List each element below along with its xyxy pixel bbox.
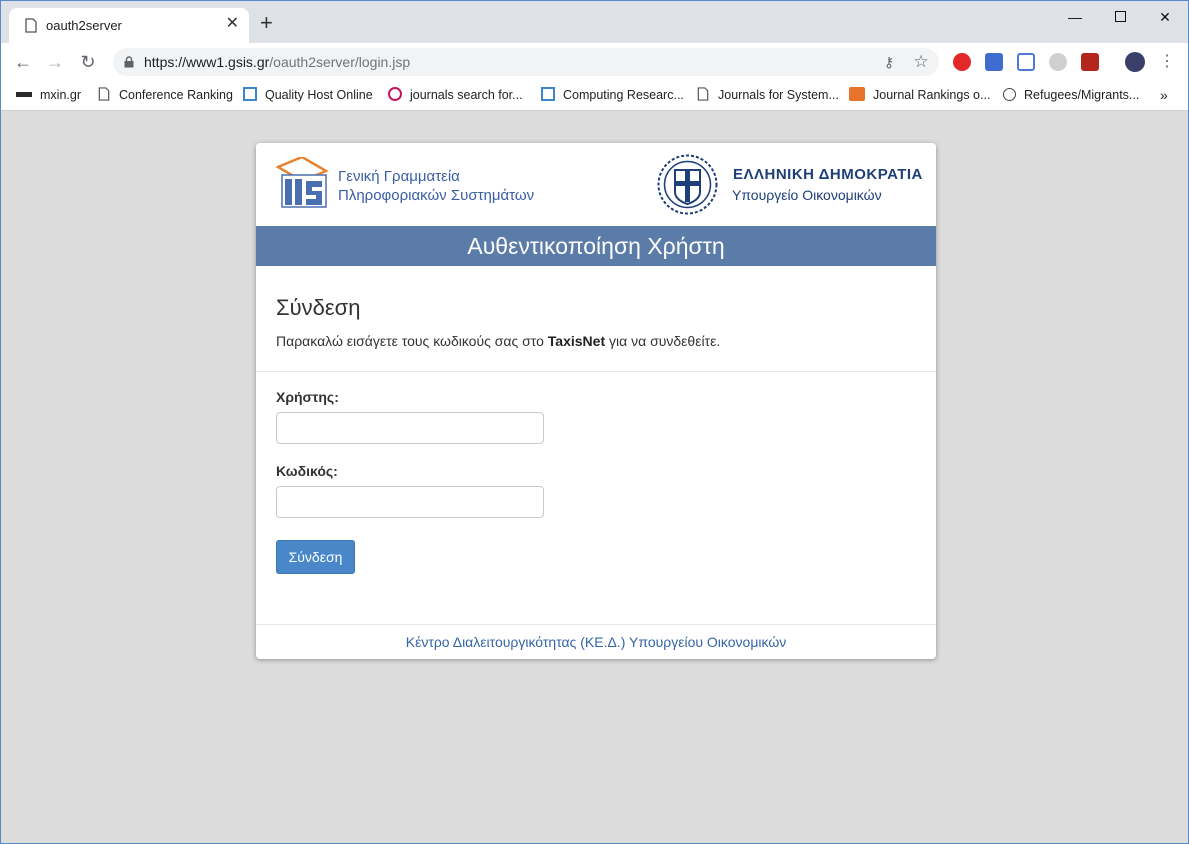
lock-icon (124, 56, 134, 68)
circle-extension-icon[interactable] (1049, 53, 1067, 71)
gsis-name-line1: Γενική Γραμματεία (338, 168, 460, 185)
bookmark-mxin[interactable]: mxin.gr (16, 86, 81, 104)
maximize-icon[interactable] (1097, 7, 1143, 27)
bookmarks-overflow-icon[interactable]: » (1160, 86, 1168, 104)
back-icon[interactable]: ← (10, 49, 36, 75)
new-tab-icon[interactable]: + (260, 12, 273, 34)
translate-icon[interactable] (1017, 53, 1035, 71)
password-label: Κωδικός: (276, 463, 338, 479)
gsis-name: Γενική Γραμματεία Πληροφοριακών Συστημάτ… (338, 167, 534, 205)
minimize-icon[interactable]: — (1052, 7, 1098, 27)
bookmark-label: Journal Rankings o... (873, 88, 991, 102)
url-path: /oauth2server/login.jsp (269, 54, 411, 70)
gsis-name-line2: Πληροφοριακών Συστημάτων (338, 187, 535, 204)
menu-icon[interactable]: ⋮ (1154, 49, 1180, 75)
divider (256, 371, 936, 372)
login-button[interactable]: Σύνδεση (276, 540, 355, 574)
forward-icon[interactable]: → (42, 49, 68, 75)
page-icon (697, 87, 709, 101)
bookmark-label: Quality Host Online (265, 88, 373, 102)
intro-brand: TaxisNet (547, 333, 606, 349)
url-text: https://www1.gsis.gr/oauth2server/login.… (144, 54, 410, 70)
globe-icon (1003, 88, 1016, 101)
bookmark-quality-host-online[interactable]: Quality Host Online (243, 86, 373, 104)
reload-icon[interactable]: ↻ (75, 49, 101, 75)
page-icon (25, 18, 37, 33)
mxin-icon (16, 87, 32, 101)
bookmark-label: journals search for... (410, 88, 523, 102)
profile-avatar[interactable] (1125, 52, 1145, 72)
intro-text: Παρακαλώ εισάγετε τους κωδικούς σας στο (276, 333, 548, 349)
username-input[interactable] (276, 412, 544, 444)
browser-toolbar: ← → ↻ https://www1.gsis.gr/oauth2server/… (1, 43, 1188, 80)
page-title: Αυθεντικοποίηση Χρήστη (256, 226, 936, 266)
bookmark-label: Refugees/Migrants... (1024, 88, 1140, 102)
login-intro: Παρακαλώ εισάγετε τους κωδικούς σας στο … (276, 333, 720, 349)
gov-subtitle: Υπουργείο Οικονομικών (732, 187, 882, 203)
bookmarks-bar: mxin.gr Conference Ranking Quality Host … (1, 80, 1188, 111)
address-bar[interactable]: https://www1.gsis.gr/oauth2server/login.… (113, 48, 939, 76)
window-close-icon[interactable]: ✕ (1142, 7, 1188, 27)
bookmark-computing-research[interactable]: Computing Researc... (541, 86, 684, 104)
gsis-logo (276, 157, 329, 208)
bookmark-label: Computing Researc... (563, 88, 684, 102)
tab-strip: oauth2server ✕ + — ✕ (1, 1, 1188, 43)
gov-title: ΕΛΛΗΝΙΚΗ ΔΗΜΟΚΡΑΤΙΑ (733, 166, 923, 183)
key-icon[interactable]: ⚷ (879, 52, 899, 72)
bookmark-label: mxin.gr (40, 88, 81, 102)
page-icon (98, 87, 110, 101)
bookmark-refugees-migrants[interactable]: Refugees/Migrants... (1003, 86, 1139, 104)
qho-icon (243, 87, 257, 101)
password-input[interactable] (276, 486, 544, 518)
tab-oauth2server[interactable]: oauth2server ✕ (9, 8, 249, 43)
bookmark-journal-rankings[interactable]: Journal Rankings o... (849, 86, 990, 104)
login-heading: Σύνδεση (276, 295, 361, 320)
intro-text-end: για να συνδεθείτε. (605, 333, 721, 349)
mendeley-icon[interactable] (1081, 53, 1099, 71)
username-label: Χρήστης: (276, 389, 339, 405)
bookmark-label: Journals for System... (718, 88, 839, 102)
bookmark-journals-for-systems[interactable]: Journals for System... (696, 86, 839, 104)
star-icon[interactable]: ☆ (911, 52, 931, 72)
swirl-icon (388, 87, 402, 101)
close-icon[interactable]: ✕ (226, 16, 239, 32)
graduation-cap-icon[interactable] (985, 53, 1003, 71)
core-icon (541, 87, 555, 101)
tab-title: oauth2server (46, 18, 122, 33)
sjr-icon (849, 87, 865, 101)
greek-emblem (657, 154, 718, 215)
bookmark-label: Conference Ranking (119, 88, 233, 102)
url-host: https://www1.gsis.gr (144, 54, 270, 70)
bookmark-conference-ranking[interactable]: Conference Ranking (97, 86, 233, 104)
browser-window: oauth2server ✕ + — ✕ ← → ↻ https://www1.… (0, 0, 1189, 844)
adblock-icon[interactable] (953, 53, 971, 71)
footer-link[interactable]: Κέντρο Διαλειτουργικότητας (ΚΕ.Δ.) Υπουρ… (256, 624, 936, 659)
brand-header: Γενική Γραμματεία Πληροφοριακών Συστημάτ… (256, 143, 936, 226)
bookmark-journals-search[interactable]: journals search for... (388, 86, 523, 104)
login-card: Γενική Γραμματεία Πληροφοριακών Συστημάτ… (256, 143, 936, 659)
